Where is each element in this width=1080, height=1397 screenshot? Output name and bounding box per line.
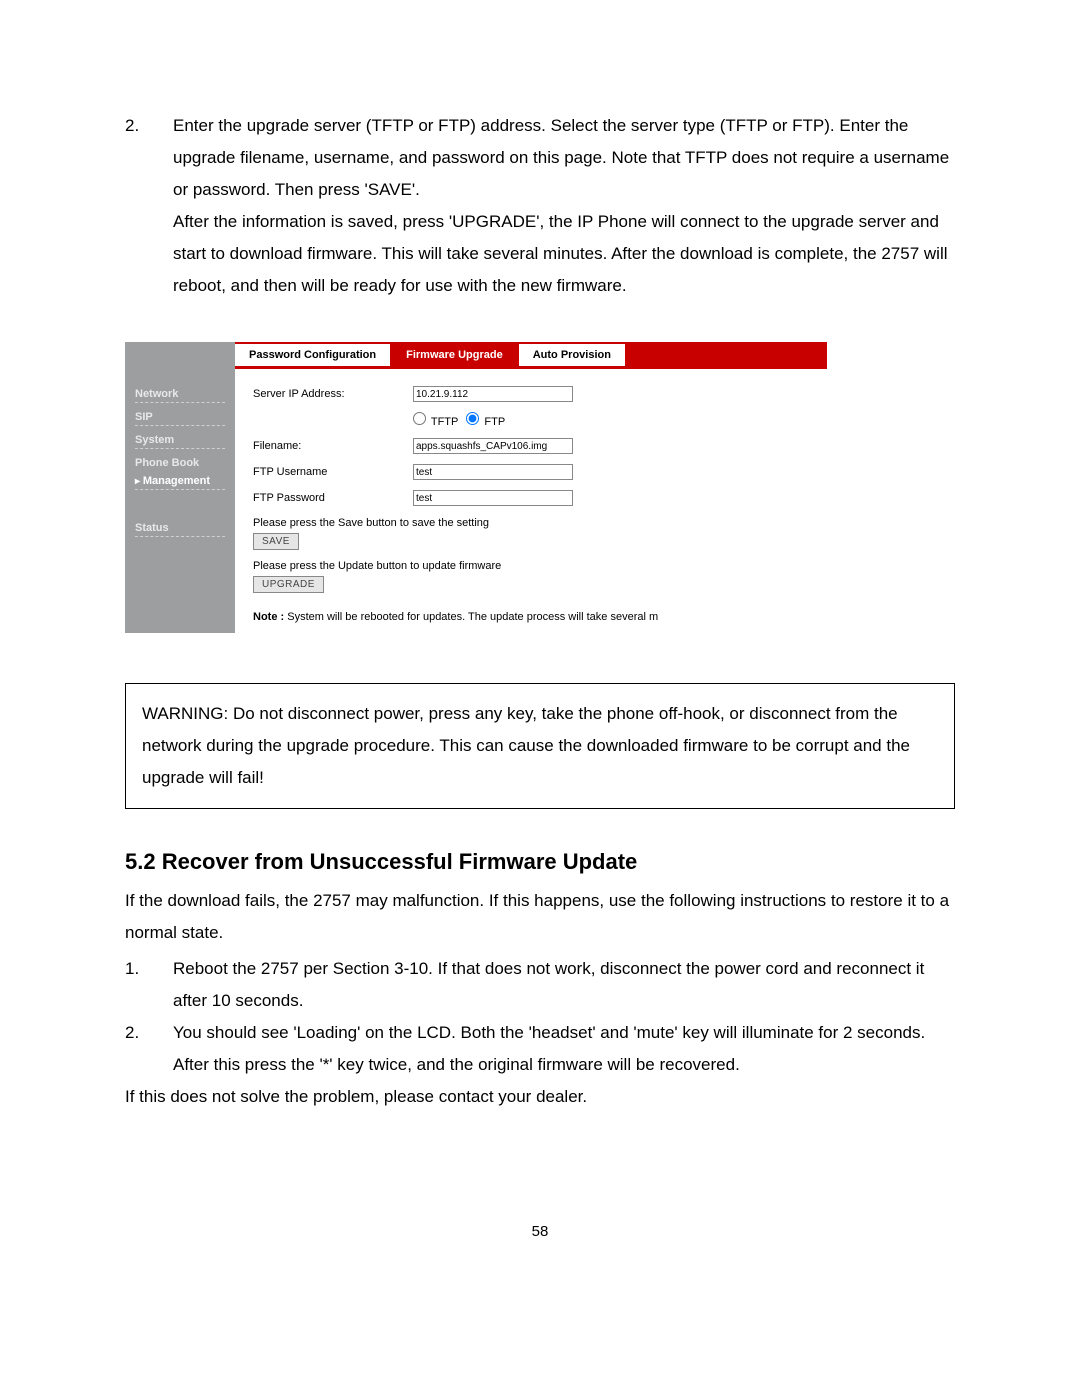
sidebar-item-sip[interactable]: SIP: [135, 407, 225, 426]
warning-box: WARNING: Do not disconnect power, press …: [125, 683, 955, 809]
reboot-footnote: Note : System will be rebooted for updat…: [253, 611, 827, 623]
upgrade-note: Please press the Update button to update…: [253, 560, 827, 572]
label-filename: Filename:: [253, 440, 413, 452]
label-ftp-username: FTP Username: [253, 466, 413, 478]
tab-auto-provision[interactable]: Auto Provision: [519, 342, 625, 366]
recover-step-1-text: Reboot the 2757 per Section 3-10. If tha…: [173, 953, 955, 1017]
sidebar-item-phone-book[interactable]: Phone Book: [135, 453, 225, 471]
section-intro: If the download fails, the 2757 may malf…: [125, 885, 955, 949]
radio-ftp-label: FTP: [484, 416, 505, 428]
step-2-number: 2.: [125, 110, 173, 142]
recover-step-1: 1. Reboot the 2757 per Section 3-10. If …: [125, 953, 955, 1017]
step-2-block: 2. Enter the upgrade server (TFTP or FTP…: [125, 110, 955, 302]
radio-ftp[interactable]: FTP: [466, 412, 505, 428]
recover-step-2-text: You should see 'Loading' on the LCD. Bot…: [173, 1017, 955, 1081]
recover-step-2: 2. You should see 'Loading' on the LCD. …: [125, 1017, 955, 1081]
footnote-text: System will be rebooted for updates. The…: [284, 611, 658, 623]
upgrade-button[interactable]: UPGRADE: [253, 576, 324, 593]
recover-step-1-num: 1.: [125, 953, 173, 985]
sidebar-item-management[interactable]: Management: [135, 471, 225, 490]
sidebar-item-system[interactable]: System: [135, 430, 225, 449]
radio-tftp[interactable]: TFTP: [413, 412, 458, 428]
page-number: 58: [125, 1223, 955, 1240]
sidebar-item-network[interactable]: Network: [135, 384, 225, 403]
step-2-text: Enter the upgrade server (TFTP or FTP) a…: [173, 110, 955, 302]
save-button[interactable]: SAVE: [253, 533, 299, 550]
input-ftp-password[interactable]: [413, 490, 573, 506]
footnote-label: Note :: [253, 611, 284, 623]
label-server-ip: Server IP Address:: [253, 388, 413, 400]
save-note: Please press the Save button to save the…: [253, 517, 827, 529]
section-heading: 5.2 Recover from Unsuccessful Firmware U…: [125, 849, 955, 875]
app-main: Password Configuration Firmware Upgrade …: [235, 342, 827, 633]
tab-firmware-upgrade[interactable]: Firmware Upgrade: [392, 342, 517, 366]
app-sidebar: Network SIP System Phone Book Management…: [125, 342, 235, 633]
input-server-ip[interactable]: [413, 386, 573, 402]
label-ftp-password: FTP Password: [253, 492, 413, 504]
sidebar-item-status[interactable]: Status: [135, 518, 225, 537]
input-ftp-username[interactable]: [413, 464, 573, 480]
recover-step-2-num: 2.: [125, 1017, 173, 1049]
firmware-upgrade-app: Network SIP System Phone Book Management…: [125, 342, 827, 633]
tab-password-configuration[interactable]: Password Configuration: [235, 342, 390, 366]
radio-tftp-label: TFTP: [431, 416, 459, 428]
firmware-form: Server IP Address: TFTP FTP Filename: FT…: [235, 369, 827, 623]
app-tabs: Password Configuration Firmware Upgrade …: [235, 342, 827, 366]
server-type-radio-group: TFTP FTP: [413, 412, 505, 428]
section-outro: If this does not solve the problem, plea…: [125, 1081, 955, 1113]
input-filename[interactable]: [413, 438, 573, 454]
